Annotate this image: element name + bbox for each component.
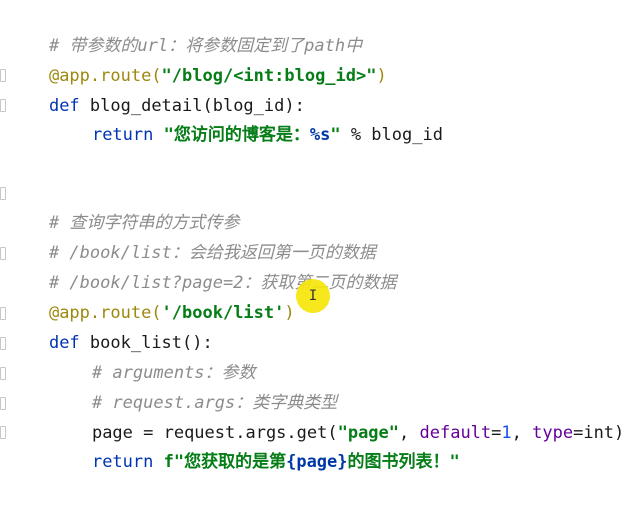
format-specifier: %s [309, 125, 331, 145]
code-line-9[interactable]: def book_list(): [8, 298, 213, 353]
fold-marker-icon[interactable] [0, 187, 6, 200]
fold-marker-icon[interactable] [0, 69, 6, 82]
code-line-13[interactable]: return f"您获取的是第{page}的图书列表！" [8, 417, 460, 472]
code-text: % blog_id [340, 125, 443, 145]
code-line-3[interactable]: def blog_detail(blog_id): [8, 61, 305, 116]
code-line-4[interactable]: return "您访问的博客是：%s" % blog_id [8, 90, 443, 145]
fold-marker-icon[interactable] [0, 397, 6, 410]
fold-marker-icon[interactable] [0, 337, 6, 350]
keyword-argument: type [532, 423, 574, 443]
fold-marker-icon[interactable] [0, 247, 6, 260]
code-line-10[interactable]: # arguments：参数 [8, 328, 256, 383]
code-line-6[interactable]: # /book/list：会给我返回第一页的数据 [8, 208, 376, 263]
string-literal-end: " [330, 125, 341, 145]
code-line-12[interactable]: page = request.args.get("page", default=… [8, 388, 624, 443]
string-literal: "您访问的博客是： [153, 125, 310, 145]
format-placeholder: {page} [286, 452, 348, 472]
keyword: return [91, 125, 154, 145]
code-text: =int) [573, 423, 624, 443]
decorator-close: ) [376, 66, 387, 86]
fold-marker-icon[interactable] [0, 367, 6, 380]
code-editor[interactable]: # 带参数的url：将参数固定到了path中 @app.route("/blog… [0, 0, 624, 472]
code-line-7[interactable]: # /book/list?page=2：获取第二页的数据 [8, 238, 396, 293]
code-line-5[interactable]: # 查询字符串的方式传参 [8, 178, 239, 233]
number-literal: 1 [501, 423, 512, 443]
code-line-2[interactable]: @app.route("/blog/<int:blog_id>") [8, 31, 387, 86]
string-literal: f"您获取的是第 [153, 452, 287, 472]
decorator-close: ) [284, 303, 295, 323]
code-text: = [491, 423, 502, 443]
fold-marker-icon[interactable] [0, 99, 6, 112]
keyword: return [91, 452, 154, 472]
code-line-11[interactable]: # request.args：类字典类型 [8, 358, 337, 413]
text-cursor-icon: I [308, 288, 318, 304]
string-literal-end: 的图书列表！" [347, 452, 460, 472]
code-line-1[interactable]: # 带参数的url：将参数固定到了path中 [8, 1, 362, 56]
fold-marker-icon[interactable] [0, 307, 6, 320]
code-text: , [511, 423, 533, 443]
code-line-8[interactable]: @app.route('/book/list') [8, 268, 295, 323]
fold-marker-icon[interactable] [0, 426, 6, 439]
